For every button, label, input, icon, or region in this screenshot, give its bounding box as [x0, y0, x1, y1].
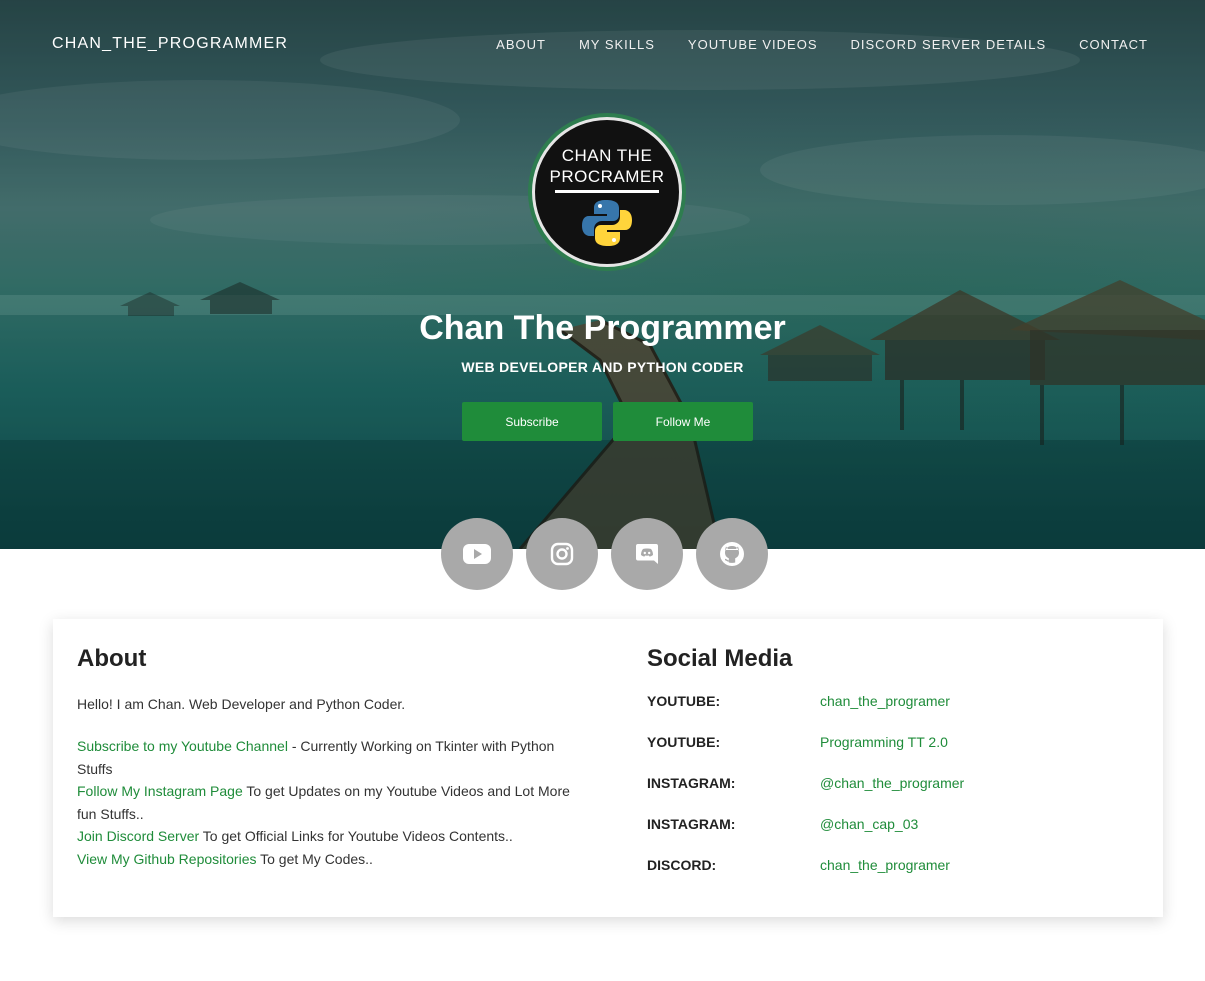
- social-media-heading: Social Media: [647, 645, 793, 672]
- social-media-row: INSTAGRAM: @chan_the_programer: [647, 775, 1127, 816]
- about-line-discord: Join Discord Server To get Official Link…: [77, 825, 572, 848]
- social-media-section: Social Media YOUTUBE: chan_the_programer…: [647, 645, 1127, 898]
- social-media-label: YOUTUBE:: [647, 734, 721, 750]
- profile-tagline: WEB DEVELOPER AND PYTHON CODER: [461, 359, 744, 375]
- social-media-row: INSTAGRAM: @chan_cap_03: [647, 816, 1127, 857]
- avatar-divider: [555, 190, 659, 193]
- social-icon-row: [441, 518, 768, 590]
- about-line-text: To get My Codes..: [256, 850, 373, 867]
- python-logo-icon: [582, 200, 632, 246]
- brand-logo-text[interactable]: CHAN_THE_PROGRAMMER: [52, 35, 288, 53]
- social-media-link[interactable]: @chan_cap_03: [820, 816, 918, 832]
- github-link-button[interactable]: [696, 518, 768, 590]
- social-media-link[interactable]: Programming TT 2.0: [820, 734, 948, 750]
- about-heading: About: [77, 645, 147, 672]
- instagram-icon: [550, 542, 574, 566]
- follow-me-button[interactable]: Follow Me: [613, 402, 753, 441]
- subscribe-button[interactable]: Subscribe: [462, 402, 602, 441]
- avatar-logo-line2: PROCRAMER: [549, 167, 665, 186]
- social-media-row: YOUTUBE: Programming TT 2.0: [647, 734, 1127, 775]
- discord-icon: [636, 544, 658, 564]
- avatar-image: CHAN THE PROCRAMER: [532, 117, 682, 267]
- view-github-link[interactable]: View My Github Repositories: [77, 851, 256, 867]
- about-line-instagram: Follow My Instagram Page To get Updates …: [77, 780, 572, 825]
- social-media-row: YOUTUBE: chan_the_programer: [647, 693, 1127, 734]
- github-icon: [720, 542, 744, 566]
- subscribe-youtube-link[interactable]: Subscribe to my Youtube Channel: [77, 738, 288, 754]
- info-card: About Hello! I am Chan. Web Developer an…: [53, 619, 1163, 917]
- about-section: About Hello! I am Chan. Web Developer an…: [77, 645, 572, 870]
- instagram-link-button[interactable]: [526, 518, 598, 590]
- profile-name: Chan The Programmer: [419, 309, 786, 347]
- youtube-link-button[interactable]: [441, 518, 513, 590]
- about-line-youtube: Subscribe to my Youtube Channel - Curren…: [77, 735, 572, 780]
- nav-links: ABOUT MY SKILLS YOUTUBE VIDEOS DISCORD S…: [496, 37, 1148, 52]
- social-media-link[interactable]: @chan_the_programer: [820, 775, 964, 791]
- discord-link-button[interactable]: [611, 518, 683, 590]
- social-media-link[interactable]: chan_the_programer: [820, 857, 950, 873]
- nav-link-about[interactable]: ABOUT: [496, 37, 546, 52]
- avatar: CHAN THE PROCRAMER: [528, 113, 686, 271]
- top-navigation: CHAN_THE_PROGRAMMER ABOUT MY SKILLS YOUT…: [0, 0, 1205, 90]
- social-media-label: INSTAGRAM:: [647, 816, 736, 832]
- about-line-github: View My Github Repositories To get My Co…: [77, 848, 572, 871]
- social-media-link[interactable]: chan_the_programer: [820, 693, 950, 709]
- join-discord-link[interactable]: Join Discord Server: [77, 828, 199, 844]
- nav-link-discord-server-details[interactable]: DISCORD SERVER DETAILS: [851, 37, 1047, 52]
- youtube-icon: [463, 544, 491, 564]
- about-intro: Hello! I am Chan. Web Developer and Pyth…: [77, 696, 406, 712]
- nav-link-my-skills[interactable]: MY SKILLS: [579, 37, 655, 52]
- follow-instagram-link[interactable]: Follow My Instagram Page: [77, 783, 243, 799]
- nav-link-contact[interactable]: CONTACT: [1079, 37, 1148, 52]
- social-media-row: DISCORD: chan_the_programer: [647, 857, 1127, 898]
- about-line-text: To get Official Links for Youtube Videos…: [199, 828, 513, 844]
- social-media-label: DISCORD:: [647, 857, 717, 873]
- social-media-label: YOUTUBE:: [647, 693, 721, 709]
- social-media-label: INSTAGRAM:: [647, 775, 736, 791]
- nav-link-youtube-videos[interactable]: YOUTUBE VIDEOS: [688, 37, 818, 52]
- avatar-logo-line1: CHAN THE: [561, 146, 653, 165]
